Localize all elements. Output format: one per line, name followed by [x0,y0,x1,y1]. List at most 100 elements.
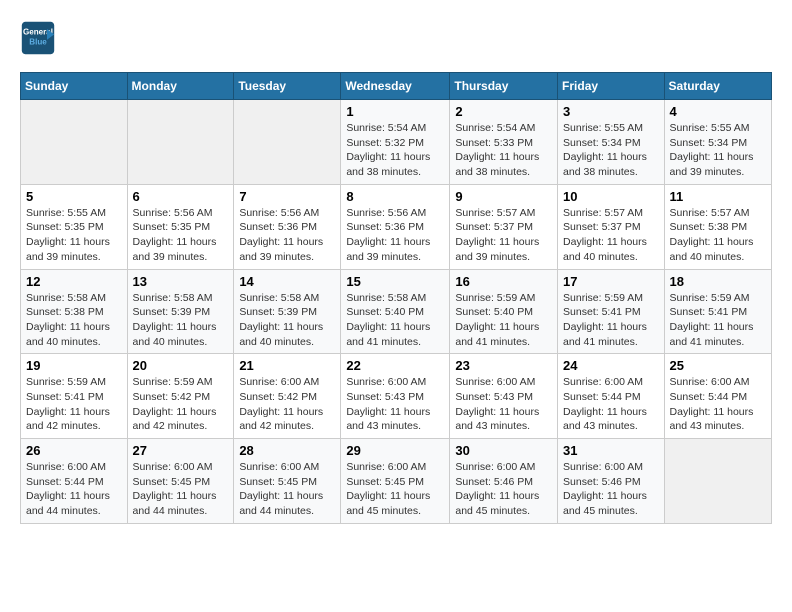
day-info: Sunrise: 5:56 AM Sunset: 5:36 PM Dayligh… [346,206,444,265]
weekday-header-friday: Friday [558,73,665,100]
calendar-cell: 28 Sunrise: 6:00 AM Sunset: 5:45 PM Dayl… [234,439,341,524]
day-number: 21 [239,358,335,373]
sunset-text: Sunset: 5:35 PM [133,220,229,235]
weekday-header-monday: Monday [127,73,234,100]
sunrise-text: Sunrise: 5:55 AM [670,121,766,136]
daylight-text: Daylight: 11 hours and 38 minutes. [563,150,659,179]
day-number: 20 [133,358,229,373]
calendar-header: SundayMondayTuesdayWednesdayThursdayFrid… [21,73,772,100]
daylight-text: Daylight: 11 hours and 43 minutes. [670,405,766,434]
day-number: 14 [239,274,335,289]
sunrise-text: Sunrise: 6:00 AM [455,375,552,390]
daylight-text: Daylight: 11 hours and 40 minutes. [26,320,122,349]
day-number: 24 [563,358,659,373]
sunrise-text: Sunrise: 5:59 AM [563,291,659,306]
day-info: Sunrise: 6:00 AM Sunset: 5:44 PM Dayligh… [563,375,659,434]
sunrise-text: Sunrise: 5:59 AM [455,291,552,306]
day-info: Sunrise: 5:56 AM Sunset: 5:35 PM Dayligh… [133,206,229,265]
sunrise-text: Sunrise: 5:54 AM [346,121,444,136]
sunrise-text: Sunrise: 6:00 AM [239,460,335,475]
daylight-text: Daylight: 11 hours and 40 minutes. [239,320,335,349]
day-number: 30 [455,443,552,458]
day-info: Sunrise: 5:57 AM Sunset: 5:37 PM Dayligh… [455,206,552,265]
calendar-cell: 20 Sunrise: 5:59 AM Sunset: 5:42 PM Dayl… [127,354,234,439]
calendar-cell: 5 Sunrise: 5:55 AM Sunset: 5:35 PM Dayli… [21,184,128,269]
daylight-text: Daylight: 11 hours and 44 minutes. [239,489,335,518]
day-number: 29 [346,443,444,458]
day-info: Sunrise: 5:58 AM Sunset: 5:38 PM Dayligh… [26,291,122,350]
daylight-text: Daylight: 11 hours and 39 minutes. [26,235,122,264]
calendar-cell: 26 Sunrise: 6:00 AM Sunset: 5:44 PM Dayl… [21,439,128,524]
day-info: Sunrise: 5:59 AM Sunset: 5:41 PM Dayligh… [670,291,766,350]
calendar-cell: 3 Sunrise: 5:55 AM Sunset: 5:34 PM Dayli… [558,100,665,185]
day-info: Sunrise: 5:54 AM Sunset: 5:32 PM Dayligh… [346,121,444,180]
sunset-text: Sunset: 5:36 PM [239,220,335,235]
sunrise-text: Sunrise: 5:57 AM [670,206,766,221]
calendar-cell: 11 Sunrise: 5:57 AM Sunset: 5:38 PM Dayl… [664,184,771,269]
daylight-text: Daylight: 11 hours and 40 minutes. [670,235,766,264]
calendar-cell: 4 Sunrise: 5:55 AM Sunset: 5:34 PM Dayli… [664,100,771,185]
day-number: 27 [133,443,229,458]
day-info: Sunrise: 5:55 AM Sunset: 5:34 PM Dayligh… [563,121,659,180]
day-info: Sunrise: 5:58 AM Sunset: 5:39 PM Dayligh… [239,291,335,350]
weekday-header-row: SundayMondayTuesdayWednesdayThursdayFrid… [21,73,772,100]
daylight-text: Daylight: 11 hours and 42 minutes. [26,405,122,434]
sunrise-text: Sunrise: 5:58 AM [346,291,444,306]
day-number: 31 [563,443,659,458]
calendar-cell: 2 Sunrise: 5:54 AM Sunset: 5:33 PM Dayli… [450,100,558,185]
sunrise-text: Sunrise: 5:56 AM [239,206,335,221]
day-number: 13 [133,274,229,289]
sunset-text: Sunset: 5:45 PM [239,475,335,490]
calendar-cell [127,100,234,185]
sunset-text: Sunset: 5:34 PM [563,136,659,151]
day-number: 23 [455,358,552,373]
calendar-week-3: 12 Sunrise: 5:58 AM Sunset: 5:38 PM Dayl… [21,269,772,354]
day-info: Sunrise: 5:55 AM Sunset: 5:34 PM Dayligh… [670,121,766,180]
sunrise-text: Sunrise: 6:00 AM [133,460,229,475]
day-number: 19 [26,358,122,373]
calendar-cell: 12 Sunrise: 5:58 AM Sunset: 5:38 PM Dayl… [21,269,128,354]
sunset-text: Sunset: 5:42 PM [239,390,335,405]
daylight-text: Daylight: 11 hours and 38 minutes. [455,150,552,179]
calendar-cell: 1 Sunrise: 5:54 AM Sunset: 5:32 PM Dayli… [341,100,450,185]
logo: General Blue [20,20,60,56]
sunset-text: Sunset: 5:39 PM [239,305,335,320]
sunset-text: Sunset: 5:34 PM [670,136,766,151]
sunrise-text: Sunrise: 5:58 AM [239,291,335,306]
sunrise-text: Sunrise: 5:57 AM [455,206,552,221]
sunrise-text: Sunrise: 6:00 AM [563,375,659,390]
day-number: 12 [26,274,122,289]
daylight-text: Daylight: 11 hours and 42 minutes. [239,405,335,434]
sunrise-text: Sunrise: 6:00 AM [563,460,659,475]
sunrise-text: Sunrise: 6:00 AM [455,460,552,475]
sunrise-text: Sunrise: 5:59 AM [26,375,122,390]
daylight-text: Daylight: 11 hours and 40 minutes. [563,235,659,264]
day-number: 28 [239,443,335,458]
sunset-text: Sunset: 5:40 PM [455,305,552,320]
calendar-cell: 25 Sunrise: 6:00 AM Sunset: 5:44 PM Dayl… [664,354,771,439]
day-info: Sunrise: 6:00 AM Sunset: 5:44 PM Dayligh… [26,460,122,519]
sunrise-text: Sunrise: 5:56 AM [346,206,444,221]
day-info: Sunrise: 6:00 AM Sunset: 5:45 PM Dayligh… [346,460,444,519]
calendar-cell: 21 Sunrise: 6:00 AM Sunset: 5:42 PM Dayl… [234,354,341,439]
sunrise-text: Sunrise: 5:59 AM [133,375,229,390]
calendar-cell: 27 Sunrise: 6:00 AM Sunset: 5:45 PM Dayl… [127,439,234,524]
calendar-cell: 8 Sunrise: 5:56 AM Sunset: 5:36 PM Dayli… [341,184,450,269]
calendar-cell: 6 Sunrise: 5:56 AM Sunset: 5:35 PM Dayli… [127,184,234,269]
calendar-cell: 17 Sunrise: 5:59 AM Sunset: 5:41 PM Dayl… [558,269,665,354]
sunset-text: Sunset: 5:46 PM [563,475,659,490]
logo-icon: General Blue [20,20,56,56]
calendar-cell: 10 Sunrise: 5:57 AM Sunset: 5:37 PM Dayl… [558,184,665,269]
daylight-text: Daylight: 11 hours and 40 minutes. [133,320,229,349]
calendar-cell: 14 Sunrise: 5:58 AM Sunset: 5:39 PM Dayl… [234,269,341,354]
sunrise-text: Sunrise: 5:55 AM [563,121,659,136]
sunset-text: Sunset: 5:41 PM [563,305,659,320]
day-number: 18 [670,274,766,289]
calendar-cell [234,100,341,185]
day-number: 6 [133,189,229,204]
sunrise-text: Sunrise: 5:54 AM [455,121,552,136]
sunset-text: Sunset: 5:41 PM [670,305,766,320]
calendar-cell: 23 Sunrise: 6:00 AM Sunset: 5:43 PM Dayl… [450,354,558,439]
calendar-week-1: 1 Sunrise: 5:54 AM Sunset: 5:32 PM Dayli… [21,100,772,185]
day-number: 9 [455,189,552,204]
